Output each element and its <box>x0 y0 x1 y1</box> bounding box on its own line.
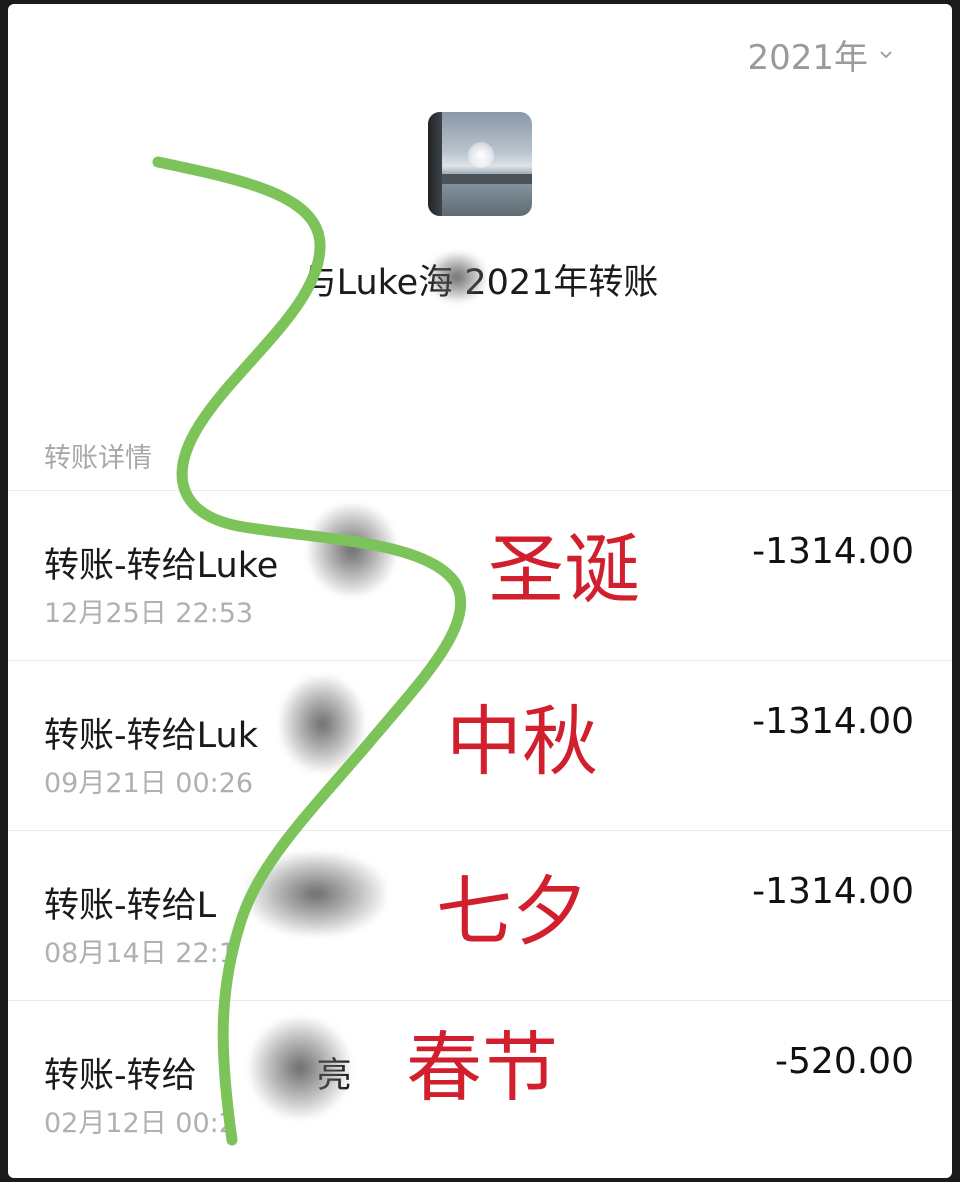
green-scribble <box>152 156 467 1146</box>
transfer-history-screen: 2021年 与Luke海 2021年转账 转账详情 转账-转给Luke 12月2… <box>8 4 952 1178</box>
